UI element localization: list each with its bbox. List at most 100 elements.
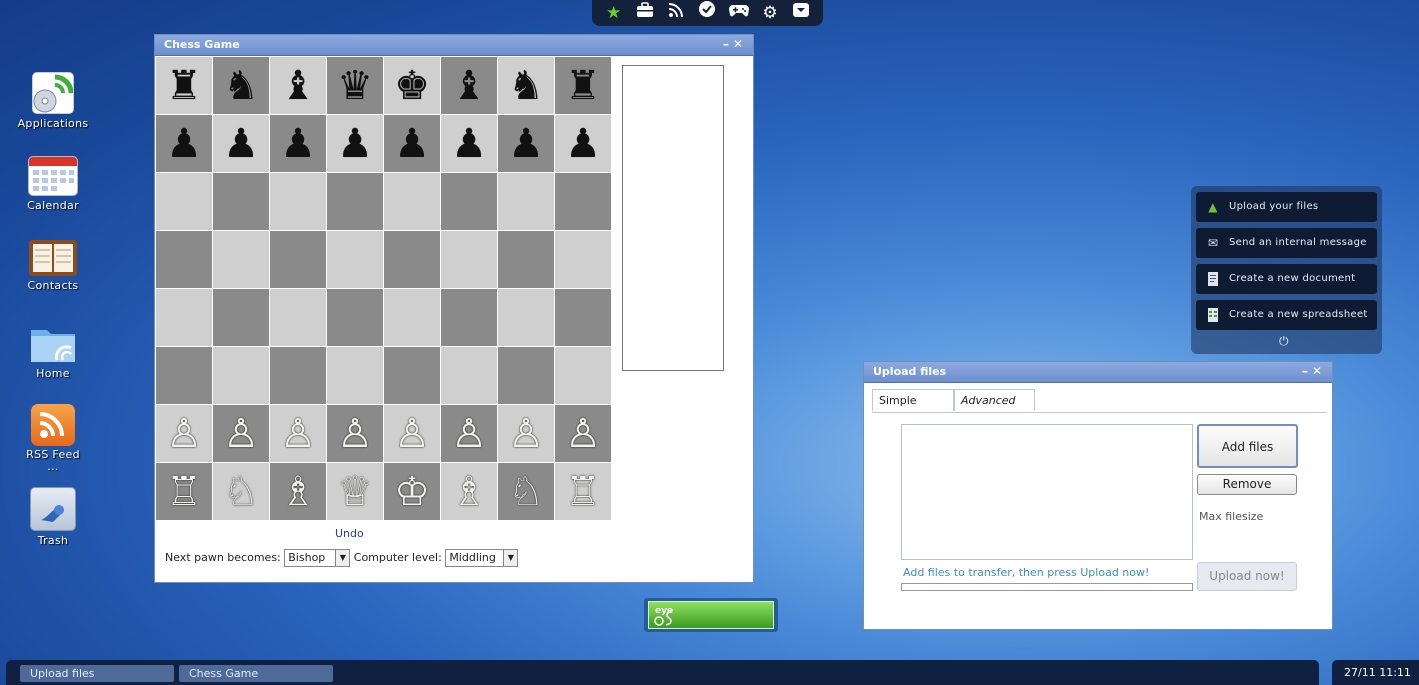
new-spreadsheet-action[interactable]: Create a new spreadsheet (1196, 300, 1377, 330)
chess-piece[interactable]: ♟ (280, 124, 316, 164)
close-icon[interactable]: ✕ (1312, 364, 1326, 378)
gear-icon[interactable]: ⚙ (758, 0, 782, 26)
board-square[interactable]: ♟ (384, 115, 441, 173)
chess-piece[interactable]: ♜ (565, 66, 601, 106)
chess-piece[interactable]: ♗ (280, 472, 316, 512)
task-upload-files[interactable]: Upload files (20, 665, 174, 682)
board-square[interactable]: ♜ (156, 57, 213, 115)
board-square[interactable] (270, 173, 327, 231)
board-square[interactable] (384, 347, 441, 405)
chess-piece[interactable]: ♙ (280, 414, 316, 454)
send-message-action[interactable]: ✉ Send an internal message (1196, 228, 1377, 258)
tab-simple[interactable]: Simple (872, 389, 954, 411)
chess-piece[interactable]: ♙ (565, 414, 601, 454)
board-square[interactable]: ♔ (384, 463, 441, 521)
board-square[interactable] (441, 289, 498, 347)
tab-advanced[interactable]: Advanced (954, 389, 1035, 411)
chess-piece[interactable]: ♙ (223, 414, 259, 454)
file-list[interactable] (901, 424, 1193, 560)
new-document-action[interactable]: Create a new document (1196, 264, 1377, 294)
board-square[interactable]: ♜ (555, 57, 612, 115)
board-square[interactable]: ♟ (156, 115, 213, 173)
board-square[interactable] (327, 289, 384, 347)
board-square[interactable]: ♙ (213, 405, 270, 463)
chess-piece[interactable]: ♞ (223, 66, 259, 106)
dropdown-icon[interactable] (789, 0, 813, 26)
desktop-icon-home[interactable]: Home (8, 324, 98, 380)
board-square[interactable]: ♟ (441, 115, 498, 173)
chess-piece[interactable]: ♖ (166, 472, 202, 512)
desktop-icon-applications[interactable]: Applications (8, 72, 98, 130)
move-history-box[interactable] (622, 65, 724, 371)
chess-piece[interactable]: ♙ (451, 414, 487, 454)
board-square[interactable] (213, 173, 270, 231)
board-square[interactable] (384, 231, 441, 289)
chess-piece[interactable]: ♚ (394, 66, 430, 106)
board-square[interactable]: ♙ (555, 405, 612, 463)
board-square[interactable]: ♛ (327, 57, 384, 115)
board-square[interactable]: ♙ (156, 405, 213, 463)
chess-piece[interactable]: ♙ (394, 414, 430, 454)
chess-piece[interactable]: ♟ (508, 124, 544, 164)
upload-now-button[interactable]: Upload now! (1197, 562, 1297, 591)
board-square[interactable] (327, 231, 384, 289)
board-square[interactable]: ♟ (498, 115, 555, 173)
check-icon[interactable] (695, 0, 719, 26)
chess-piece[interactable]: ♙ (508, 414, 544, 454)
board-square[interactable] (156, 289, 213, 347)
gamepad-icon[interactable] (727, 0, 751, 26)
minimize-icon[interactable]: – (723, 37, 733, 51)
board-square[interactable]: ♙ (441, 405, 498, 463)
desktop-icon-rss-feed[interactable]: RSS Feed ... (8, 404, 98, 473)
desktop-icon-contacts[interactable]: Contacts (8, 240, 98, 292)
pawn-promotion-select[interactable]: Bishop ▼ (284, 549, 351, 567)
chess-titlebar[interactable]: Chess Game –✕ (155, 35, 753, 56)
chess-piece[interactable]: ♘ (508, 472, 544, 512)
power-icon[interactable]: ⏻ (1279, 334, 1289, 349)
board-square[interactable]: ♟ (327, 115, 384, 173)
rss-icon[interactable] (664, 0, 688, 26)
board-square[interactable]: ♙ (327, 405, 384, 463)
board-square[interactable] (270, 231, 327, 289)
board-square[interactable] (156, 173, 213, 231)
board-square[interactable] (213, 347, 270, 405)
computer-level-select[interactable]: Middling ▼ (445, 549, 519, 567)
board-square[interactable]: ♙ (384, 405, 441, 463)
add-files-button[interactable]: Add files (1197, 424, 1298, 468)
desktop-icon-calendar[interactable]: Calendar (8, 156, 98, 212)
board-square[interactable]: ♕ (327, 463, 384, 521)
close-icon[interactable]: ✕ (733, 37, 747, 51)
remove-button[interactable]: Remove (1197, 474, 1297, 495)
board-square[interactable] (384, 173, 441, 231)
board-square[interactable] (270, 347, 327, 405)
board-square[interactable] (555, 289, 612, 347)
chess-piece[interactable]: ♝ (451, 66, 487, 106)
upload-titlebar[interactable]: Upload files –✕ (864, 362, 1332, 383)
chess-piece[interactable]: ♝ (280, 66, 316, 106)
board-square[interactable] (156, 231, 213, 289)
board-square[interactable] (213, 231, 270, 289)
undo-link[interactable]: Undo (335, 527, 364, 540)
board-square[interactable]: ♞ (213, 57, 270, 115)
minimize-icon[interactable]: – (1302, 364, 1312, 378)
board-square[interactable] (498, 289, 555, 347)
board-square[interactable]: ♝ (441, 57, 498, 115)
board-square[interactable]: ♖ (156, 463, 213, 521)
board-square[interactable] (384, 289, 441, 347)
board-square[interactable] (498, 231, 555, 289)
board-square[interactable]: ♝ (270, 57, 327, 115)
board-square[interactable] (327, 347, 384, 405)
board-square[interactable]: ♚ (384, 57, 441, 115)
board-square[interactable]: ♙ (270, 405, 327, 463)
task-chess-game[interactable]: Chess Game (179, 665, 333, 682)
board-square[interactable] (555, 231, 612, 289)
board-square[interactable] (498, 173, 555, 231)
chess-piece[interactable]: ♘ (223, 472, 259, 512)
chess-piece[interactable]: ♟ (166, 124, 202, 164)
board-square[interactable]: ♞ (498, 57, 555, 115)
board-square[interactable]: ♗ (270, 463, 327, 521)
chess-piece[interactable]: ♟ (223, 124, 259, 164)
chess-piece[interactable]: ♞ (508, 66, 544, 106)
briefcase-icon[interactable] (633, 0, 657, 26)
board-square[interactable] (555, 347, 612, 405)
